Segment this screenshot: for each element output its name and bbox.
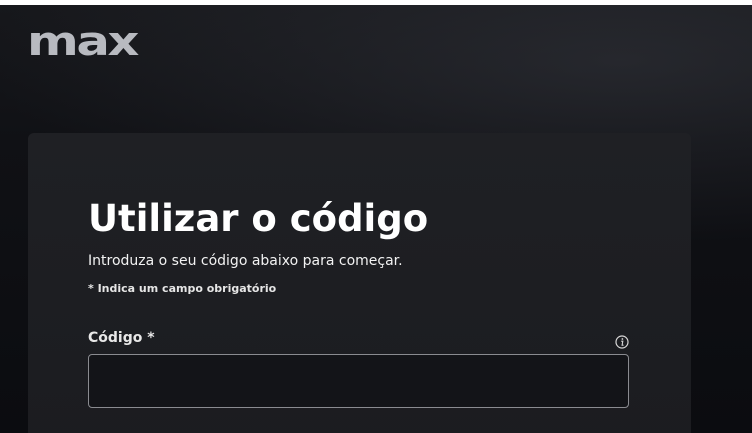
- page-title: Utilizar o código: [88, 197, 429, 240]
- page: max Utilizar o código Introduza o seu có…: [0, 0, 752, 433]
- code-input[interactable]: [88, 354, 629, 408]
- logo-text: max: [27, 26, 139, 60]
- required-field-note: * Indica um campo obrigatório: [88, 282, 277, 295]
- max-logo[interactable]: max: [27, 26, 139, 60]
- info-icon[interactable]: [615, 335, 629, 349]
- code-field-label: Código *: [88, 330, 155, 346]
- code-card: Utilizar o código Introduza o seu código…: [28, 133, 691, 433]
- top-edge-bar: [0, 0, 752, 5]
- subtitle: Introduza o seu código abaixo para começ…: [88, 253, 403, 269]
